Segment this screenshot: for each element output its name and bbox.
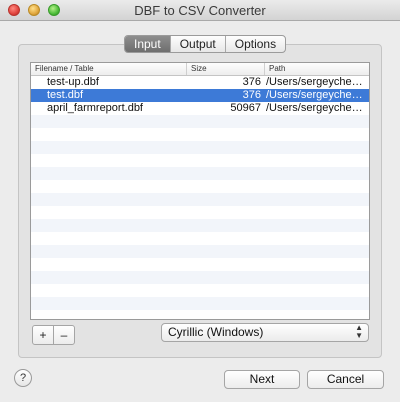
tab-options[interactable]: Options xyxy=(224,36,285,52)
filename-cell: test-up.dbf xyxy=(47,76,99,88)
table-row[interactable]: april_farmreport.dbf 50967 /Users/sergey… xyxy=(31,102,369,115)
column-header-filename[interactable]: Filename / Table xyxy=(31,63,187,75)
path-cell: /Users/sergeyche… xyxy=(266,102,363,114)
empty-row xyxy=(31,193,369,206)
table-body: test-up.dbf 376 /Users/sergeyche… test.d… xyxy=(31,76,369,319)
empty-row xyxy=(31,115,369,128)
empty-row xyxy=(31,232,369,245)
add-file-button[interactable]: + xyxy=(32,325,54,345)
empty-row xyxy=(31,310,369,319)
path-cell: /Users/sergeyche… xyxy=(266,89,363,101)
column-header-size[interactable]: Size xyxy=(187,63,265,75)
encoding-value: Cyrillic (Windows) xyxy=(168,325,264,339)
table-row[interactable]: test.dbf 376 /Users/sergeyche… xyxy=(31,89,369,102)
table-header: Filename / Table Size Path xyxy=(31,63,369,76)
filename-cell: april_farmreport.dbf xyxy=(47,102,143,114)
tab-output[interactable]: Output xyxy=(169,36,225,52)
empty-row xyxy=(31,141,369,154)
tab-input[interactable]: Input xyxy=(125,36,170,52)
empty-row xyxy=(31,167,369,180)
size-cell: 376 xyxy=(242,89,261,101)
empty-row xyxy=(31,258,369,271)
cancel-button[interactable]: Cancel xyxy=(307,370,384,389)
empty-row xyxy=(31,271,369,284)
app-window: DBF to CSV Converter Input Output Option… xyxy=(0,0,400,402)
tab-bar: Input Output Options xyxy=(124,35,287,53)
select-arrows-icon: ▲ ▼ xyxy=(355,323,363,340)
empty-row xyxy=(31,284,369,297)
size-cell: 376 xyxy=(242,76,261,88)
size-cell: 50967 xyxy=(230,102,261,114)
path-cell: /Users/sergeyche… xyxy=(266,76,363,88)
window-title: DBF to CSV Converter xyxy=(134,3,266,18)
empty-row xyxy=(31,206,369,219)
title-bar: DBF to CSV Converter xyxy=(0,0,400,21)
encoding-select[interactable]: Cyrillic (Windows) ▲ ▼ xyxy=(161,323,369,342)
help-button[interactable]: ? xyxy=(14,369,32,387)
file-table[interactable]: Filename / Table Size Path test-up.dbf 3… xyxy=(30,62,370,320)
filename-cell: test.dbf xyxy=(47,89,84,101)
column-header-path[interactable]: Path xyxy=(265,63,369,75)
empty-row xyxy=(31,219,369,232)
empty-row xyxy=(31,297,369,310)
next-button[interactable]: Next xyxy=(224,370,300,389)
table-row[interactable]: test-up.dbf 376 /Users/sergeyche… xyxy=(31,76,369,89)
empty-row xyxy=(31,154,369,167)
remove-file-button[interactable]: – xyxy=(53,325,75,345)
empty-row xyxy=(31,180,369,193)
empty-row xyxy=(31,245,369,258)
empty-row xyxy=(31,128,369,141)
